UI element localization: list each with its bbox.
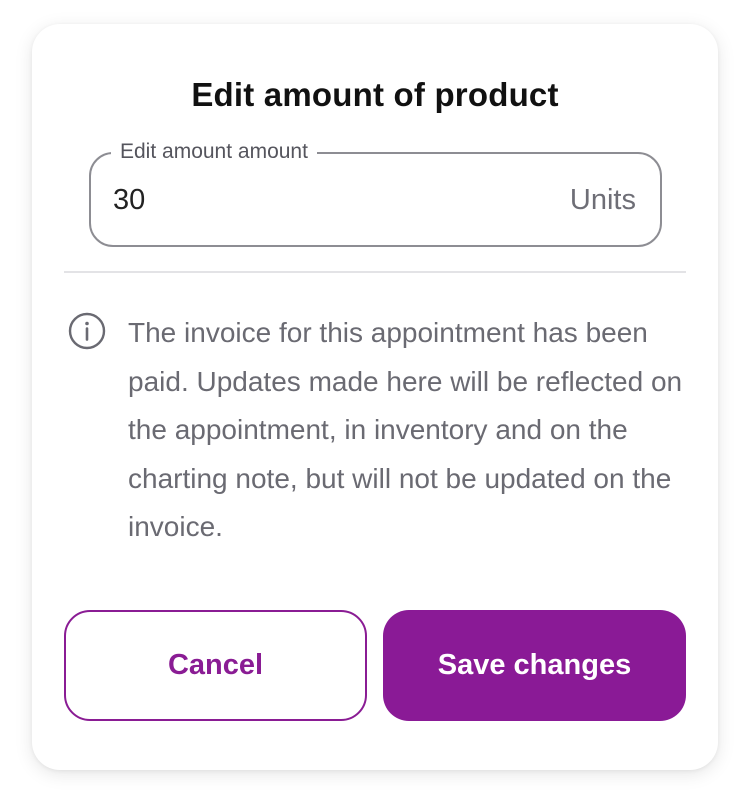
amount-input[interactable] (113, 182, 413, 218)
amount-unit-suffix: Units (569, 184, 636, 216)
info-circle-icon (68, 312, 106, 350)
save-changes-button[interactable]: Save changes (383, 610, 686, 721)
amount-field[interactable]: Edit amount amount Units (89, 140, 662, 247)
cancel-button[interactable]: Cancel (64, 610, 367, 721)
dialog-title: Edit amount of product (191, 76, 559, 113)
amount-field-label: Edit amount amount (111, 140, 317, 164)
divider (64, 271, 686, 273)
invoice-paid-notice: The invoice for this appointment has bee… (128, 317, 683, 542)
